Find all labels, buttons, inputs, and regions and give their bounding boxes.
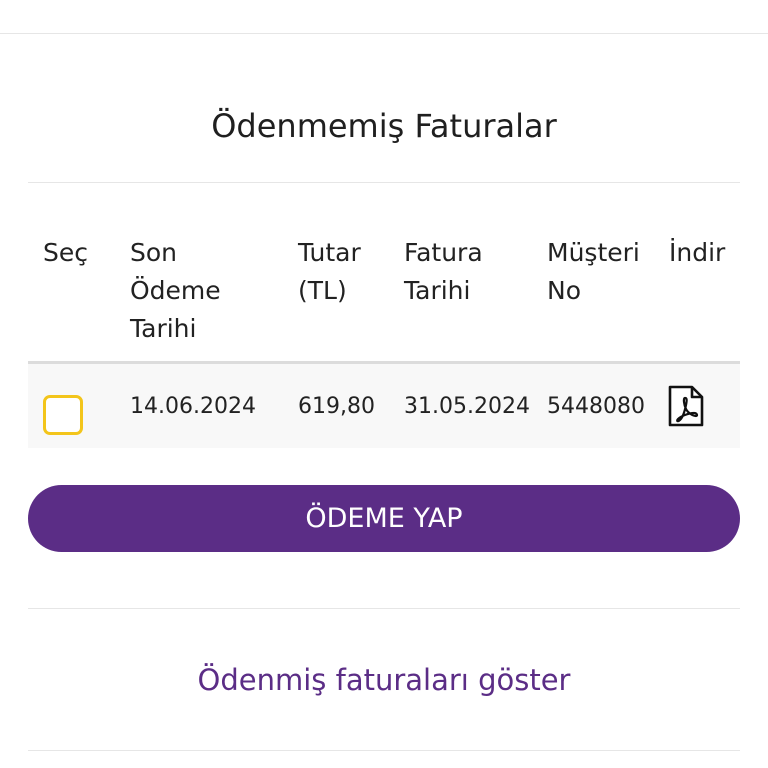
bottom-divider [28,750,740,751]
section-divider [28,608,740,609]
column-header-due-date: Son Ödeme Tarihi [130,234,221,348]
column-header-download: İndir [669,238,726,267]
column-header-customer-no: Müşteri No [547,234,640,310]
column-header-amount: Tutar (TL) [298,234,361,310]
column-header-due-date-line1: Son [130,238,178,267]
page-title: Ödenmemiş Faturalar [211,107,557,145]
column-header-due-date-line2: Ödeme [130,276,221,305]
pdf-icon[interactable] [667,385,705,427]
show-paid-invoices-link[interactable]: Ödenmiş faturaları göster [0,660,768,700]
cell-amount: 619,80 [298,394,375,419]
row-select-checkbox[interactable] [43,395,83,435]
column-header-due-date-line3: Tarihi [130,314,197,343]
title-divider [28,182,740,183]
cell-customer-no: 5448080 [547,394,645,419]
column-header-select: Seç [43,238,88,267]
pay-button[interactable]: ÖDEME YAP [28,485,740,552]
column-header-invoice-date-line2: Tarihi [404,276,471,305]
column-header-amount-line1: Tutar [298,238,361,267]
cell-invoice-date: 31.05.2024 [404,394,530,419]
column-header-customer-no-line1: Müşteri [547,238,640,267]
top-divider [0,33,768,34]
column-header-invoice-date-line1: Fatura [404,238,483,267]
cell-due-date: 14.06.2024 [130,394,256,419]
column-header-invoice-date: Fatura Tarihi [404,234,483,310]
unpaid-invoices-page: Ödenmemiş Faturalar Seç Son Ödeme Tarihi… [0,0,768,768]
column-header-customer-no-line2: No [547,276,581,305]
column-header-amount-line2: (TL) [298,276,347,305]
